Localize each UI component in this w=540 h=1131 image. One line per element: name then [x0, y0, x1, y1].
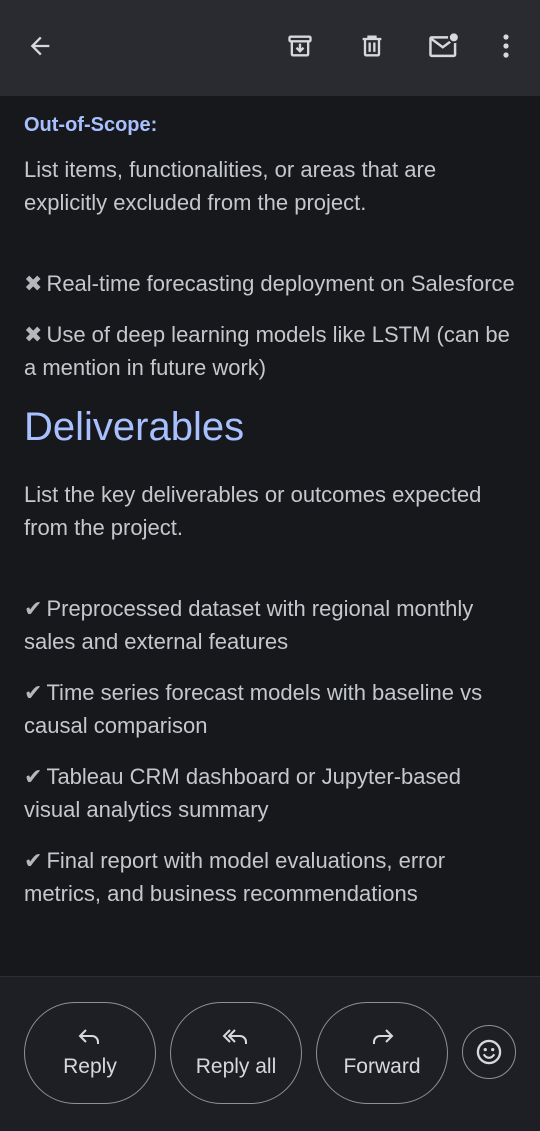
trash-icon[interactable] — [352, 26, 392, 66]
out-of-scope-intro: List items, functionalities, or areas th… — [24, 157, 437, 215]
check-mark-icon: ✔ — [24, 596, 43, 621]
reply-all-icon — [222, 1029, 247, 1044]
list-item: ✖ Use of deep learning models like LSTM (… — [24, 322, 510, 380]
email-body: Out-of-Scope: List items, functionalitie… — [0, 96, 540, 976]
mail-unread-icon[interactable] — [424, 26, 464, 66]
list-item: ✔ Tableau CRM dashboard or Jupyter-based … — [24, 764, 461, 822]
archive-icon[interactable] — [280, 26, 320, 66]
check-mark-icon: ✔ — [24, 848, 43, 873]
arrow-left-icon[interactable] — [20, 26, 60, 66]
reply-button[interactable]: Reply — [24, 1002, 156, 1104]
reply-all-label: Reply all — [195, 1055, 277, 1078]
reply-action-bar: Reply Reply all Forward — [0, 976, 540, 1131]
forward-label: Forward — [343, 1055, 421, 1078]
check-mark-icon: ✔ — [24, 680, 43, 705]
reply-label: Reply — [63, 1055, 117, 1078]
forward-button[interactable]: Forward — [316, 1002, 448, 1104]
out-of-scope-heading: Out-of-Scope: — [24, 114, 158, 136]
check-mark-icon: ✔ — [24, 764, 43, 789]
deliverables-heading: Deliverables — [24, 405, 245, 449]
more-vertical-icon[interactable] — [486, 26, 526, 66]
list-item: ✖ Real-time forecasting deployment on Sal… — [24, 271, 515, 296]
list-item: ✔ Final report with model evaluations, er… — [24, 848, 446, 906]
reply-all-button[interactable]: Reply all — [170, 1002, 302, 1104]
smiley-icon[interactable] — [462, 1025, 516, 1079]
top-app-bar — [0, 0, 540, 96]
list-item: ✔ Time series forecast models with baseli… — [24, 680, 483, 738]
list-item: ✔ Preprocessed dataset with regional mont… — [24, 596, 474, 654]
cross-mark-icon: ✖ — [24, 271, 43, 296]
cross-mark-icon: ✖ — [24, 322, 43, 347]
reply-icon — [78, 1029, 99, 1044]
deliverables-intro: List the key deliverables or outcomes ex… — [24, 482, 482, 540]
forward-icon — [373, 1029, 394, 1044]
